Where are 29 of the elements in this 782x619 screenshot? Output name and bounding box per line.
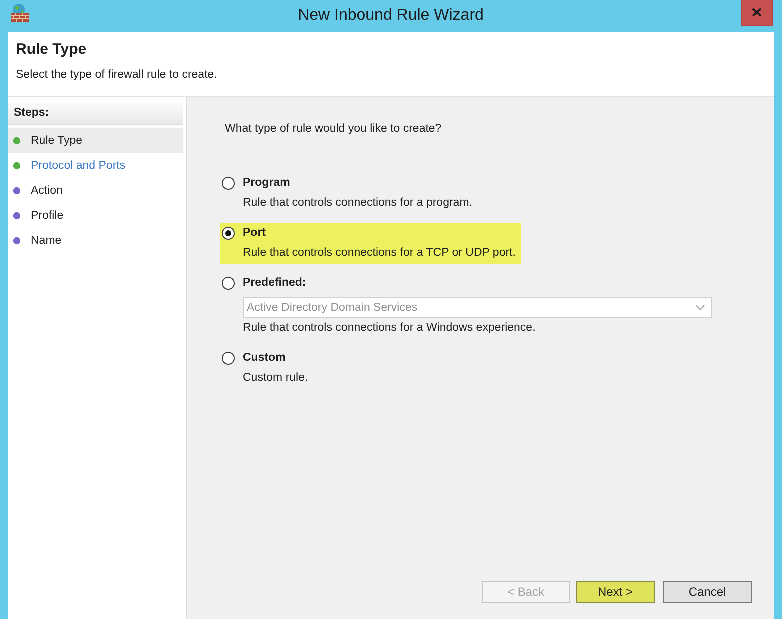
chevron-down-icon	[696, 304, 705, 310]
option-description: Rule that controls connections for a Windows experience.	[243, 321, 537, 335]
step-label: Action	[31, 184, 63, 196]
wizard-button: < Back	[482, 581, 570, 603]
radio-button[interactable]	[222, 176, 235, 190]
page-subtitle: Select the type of firewall rule to create.	[16, 68, 218, 82]
option-label: Custom	[243, 351, 286, 365]
window-title: New Inbound Rule Wizard	[298, 6, 484, 26]
question-text: What type of rule would you like to create?	[225, 122, 443, 136]
option-description: Custom rule.	[243, 371, 308, 385]
step-label: Rule Type	[31, 134, 83, 146]
step-label: Name	[31, 234, 62, 246]
option-label: Program	[243, 176, 290, 190]
steps-heading: Steps:	[8, 103, 183, 125]
step-label: Profile	[31, 210, 64, 222]
option-label: Port	[243, 226, 266, 240]
radio-button[interactable]	[222, 276, 235, 290]
option-description: Rule that controls connections for a TCP or UDP port.	[243, 246, 516, 260]
radio-button[interactable]	[222, 226, 235, 240]
radio-button[interactable]	[222, 352, 235, 364]
brick-wall-globe-icon	[10, 3, 30, 23]
page-heading: Rule Type	[16, 41, 88, 59]
option-label: Predefined:	[243, 276, 306, 290]
close-button[interactable]	[741, 0, 773, 26]
option-description: Rule that controls connections for a program.	[243, 196, 472, 210]
wizard-button[interactable]: Next >	[576, 581, 655, 603]
wizard-button[interactable]: Cancel	[663, 581, 752, 603]
close-icon	[752, 8, 762, 17]
step-label: Protocol and Ports	[31, 160, 126, 172]
